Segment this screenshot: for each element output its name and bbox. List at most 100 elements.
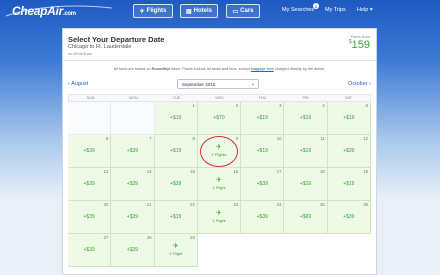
date-picker-panel: Select Your Departure Date Chicago to Ft… (62, 28, 377, 275)
day-price: +$19 (343, 115, 355, 121)
chevron-right-icon: › (369, 81, 371, 87)
calendar-day-cell[interactable]: 21 +$39 (111, 201, 155, 234)
day-price: +$39 (126, 148, 139, 154)
day-number: 8 (192, 136, 195, 141)
day-number: 5 (365, 103, 368, 108)
day-number: 4 (322, 103, 325, 108)
day-price: +$39 (83, 214, 95, 220)
calendar-day-cell[interactable]: 14 +$39 (111, 168, 155, 201)
calendar-day-cell[interactable]: 28 +$39 (111, 234, 155, 267)
day-price: +$39 (170, 181, 182, 187)
month-select[interactable]: September 2015 ⌄ (177, 79, 259, 89)
plane-icon: ✈ (139, 8, 145, 15)
nav-help-link[interactable]: Help ▾ (357, 7, 373, 13)
fare-notice: All fares are based on Roundtrip travel.… (113, 67, 326, 71)
calendar-day-cell[interactable]: 7 +$39 (111, 135, 155, 168)
logo-text: CheapAir.com (12, 4, 76, 18)
calendar-empty-cell (68, 102, 112, 135)
route-text: Chicago to Ft. Lauderdale (68, 44, 132, 50)
calendar-day-cell[interactable]: 2 +$70 (197, 102, 242, 135)
highlight-circle (199, 136, 238, 167)
calendar-day-cell[interactable]: 22 +$19 (154, 201, 198, 234)
day-price: +$70 (213, 115, 225, 121)
day-number: 26 (363, 202, 368, 207)
calendar-grid: 1 +$19 2 +$70 3 +$19 4 +$19 5 +$19 6 +$39 7 +$39 8 +$19… (68, 102, 371, 267)
weekday-label: MON (129, 96, 138, 100)
month-navigation: ‹ August September 2015 ⌄ October › (63, 79, 376, 93)
calendar-day-cell[interactable]: 9 ✈ 2 Flights (197, 135, 242, 168)
day-number: 24 (276, 202, 282, 207)
calendar-day-cell[interactable]: 10 +$19 (241, 135, 285, 168)
day-number: 9 (235, 136, 239, 141)
day-price: +$39 (256, 181, 268, 187)
day-price: +$19 (299, 148, 312, 154)
day-number: 1 (192, 103, 195, 108)
calendar-day-cell[interactable]: 12 +$39 (327, 135, 371, 168)
my-searches-badge: 1 (313, 3, 319, 9)
calendar-day-cell[interactable]: 19 +$19 (327, 168, 371, 201)
calendar-day-cell[interactable]: 20 +$39 (68, 201, 112, 234)
calendar-day-cell[interactable]: 16 ✈ 1 Flight (197, 168, 242, 201)
day-price: +$39 (83, 247, 95, 253)
day-price: +$19 (170, 148, 182, 154)
calendar-day-cell[interactable]: 26 +$39 (327, 201, 371, 234)
day-number: 19 (363, 169, 368, 174)
nav-my-trips-link[interactable]: My Trips (325, 7, 346, 13)
nav-my-searches-link[interactable]: My Searches (282, 7, 314, 13)
day-price: +$39 (256, 214, 268, 220)
weekday-label: THU (258, 96, 267, 100)
calendar-day-cell[interactable]: 18 +$19 (284, 168, 328, 201)
day-number: 29 (190, 235, 195, 240)
top-nav: CheapAir.com ✈ Flights ▤ Hotels ▭ Cars M… (0, 0, 440, 22)
day-number: 22 (190, 202, 195, 207)
calendar-day-cell[interactable]: 27 +$39 (68, 234, 112, 267)
day-number: 16 (233, 169, 239, 174)
day-number: 25 (320, 202, 325, 207)
calendar-day-cell[interactable]: 5 +$19 (327, 102, 371, 135)
calendar-day-cell[interactable]: 13 +$39 (68, 168, 112, 201)
day-price: +$19 (256, 115, 268, 121)
calendar-day-cell[interactable]: 6 +$39 (68, 135, 112, 168)
plane-icon: ✈ (216, 210, 222, 217)
calendar-day-cell[interactable]: 24 +$39 (241, 201, 285, 234)
weekday-label: SAT (344, 96, 353, 100)
day-price: +$19 (170, 214, 182, 220)
day-price: +$39 (83, 148, 95, 154)
weekday-label: SUN (86, 96, 95, 100)
next-month-link[interactable]: October › (348, 81, 371, 87)
calendar-day-cell[interactable]: 4 +$19 (284, 102, 328, 135)
nav-flights-button[interactable]: ✈ Flights (133, 4, 173, 18)
nav-hotels-button[interactable]: ▤ Hotels (180, 4, 218, 18)
day-price: +$19 (256, 148, 268, 154)
day-number: 11 (320, 136, 325, 141)
calendar-day-cell[interactable]: 1 +$19 (154, 102, 198, 135)
weekday-label: WED (215, 96, 224, 100)
day-number: 12 (363, 136, 368, 141)
calendar-day-cell[interactable]: 11 +$19 (284, 135, 328, 168)
prev-month-link[interactable]: ‹ August (68, 81, 88, 87)
baggage-fees-link[interactable]: baggage fees (251, 67, 274, 71)
day-price: +$19 (343, 181, 355, 187)
calendar-day-cell[interactable]: 29 ✈ 1 Flight (154, 234, 198, 267)
weekday-header: SUN MON TUE WED THU FRI SAT (68, 94, 371, 102)
day-number: 15 (190, 169, 195, 174)
calendar-day-cell[interactable]: 23 ✈ 1 Flight (197, 201, 242, 234)
day-number: 7 (149, 136, 152, 141)
nav-cars-button[interactable]: ▭ Cars (226, 4, 260, 18)
cheapair-logo[interactable]: CheapAir.com (4, 2, 114, 20)
calendar-day-cell[interactable]: 3 +$19 (241, 102, 285, 135)
day-price: +$39 (343, 214, 355, 220)
calendar-day-cell[interactable]: 17 +$39 (241, 168, 285, 201)
day-number: 27 (103, 235, 109, 240)
day-price: +$39 (343, 148, 355, 154)
calendar-day-cell[interactable]: 8 +$19 (154, 135, 198, 168)
day-price: +$19 (170, 115, 182, 121)
day-number: 20 (103, 202, 109, 207)
day-number: 28 (146, 235, 152, 240)
day-number: 3 (279, 103, 282, 108)
calendar-empty-cell (111, 102, 155, 135)
calendar-day-cell[interactable]: 15 +$39 (154, 168, 198, 201)
day-number: 6 (105, 136, 109, 141)
chevron-left-icon: ‹ (68, 81, 70, 87)
calendar-day-cell[interactable]: 25 +$69 (284, 201, 328, 234)
